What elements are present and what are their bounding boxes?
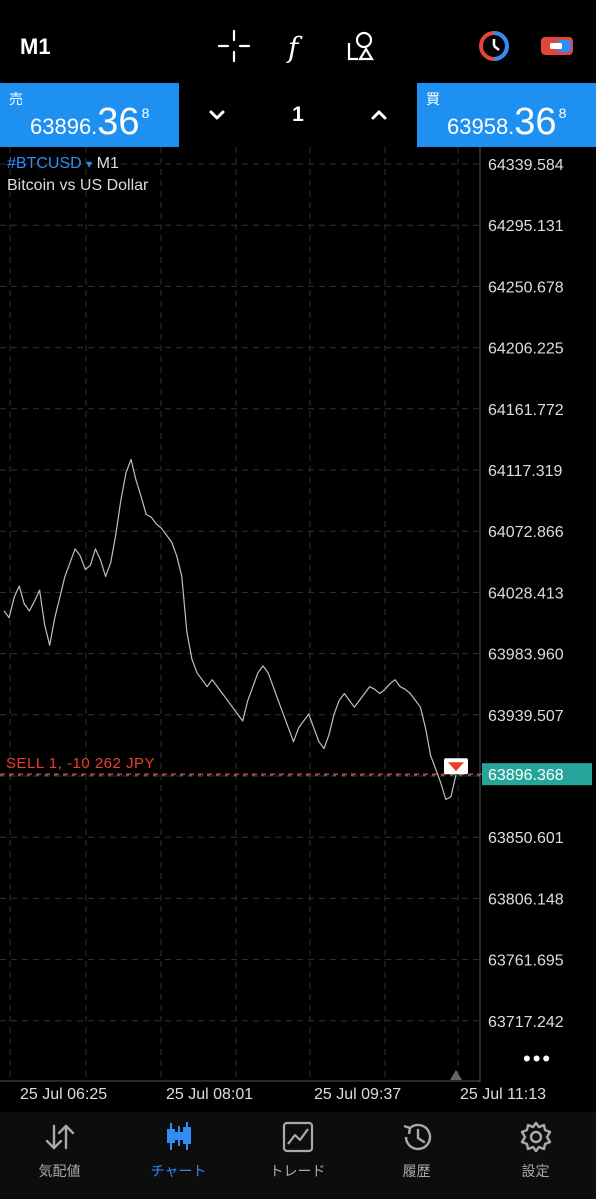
nav-settings[interactable]: 設定	[476, 1112, 595, 1199]
nav-history[interactable]: 履歴	[357, 1112, 476, 1199]
nav-label: 設定	[521, 1163, 550, 1179]
y-tick-label: 64295.131	[488, 218, 564, 235]
indicators-f-icon[interactable]: f	[279, 28, 315, 64]
settings-gear-icon	[520, 1121, 552, 1153]
more-menu-icon[interactable]: •••	[523, 1046, 552, 1072]
y-tick-label: 64206.225	[488, 341, 564, 358]
y-tick-label: 64117.319	[488, 463, 563, 480]
sell-label: 売	[9, 91, 23, 107]
y-tick-label: 64250.678	[488, 279, 564, 296]
nav-label: チャート	[150, 1163, 207, 1179]
price-chart[interactable]: 64339.584 64295.131 64250.678 64206.225 6416…	[0, 147, 596, 1082]
quotes-icon	[45, 1124, 75, 1150]
y-tick-label: 63983.960	[488, 647, 564, 664]
lot-increase-chevron-up-icon[interactable]	[365, 101, 393, 129]
timeframe-selector[interactable]: M1	[20, 34, 51, 60]
symbol-description: Bitcoin vs US Dollar	[7, 177, 149, 194]
objects-icon[interactable]	[343, 28, 379, 64]
x-tick-label: 25 Jul 11:13	[460, 1086, 546, 1103]
svg-text:f: f	[286, 31, 303, 63]
buy-price: 63958.36 8	[447, 101, 567, 143]
history-icon	[403, 1123, 432, 1151]
x-tick-label: 25 Jul 06:25	[20, 1086, 108, 1103]
bottom-nav: 気配値 チャート トレード 履歴 設定	[0, 1112, 596, 1199]
y-tick-label: 63939.507	[488, 708, 564, 725]
buy-label: 買	[426, 91, 440, 107]
y-tick-label: 63761.695	[488, 953, 564, 970]
crosshair-icon[interactable]	[216, 28, 252, 64]
y-tick-label: 63850.601	[488, 830, 564, 847]
one-click-trading-icon[interactable]	[476, 28, 512, 64]
trade-icon	[282, 1121, 314, 1153]
lot-control: 1	[179, 83, 417, 147]
position-label[interactable]: SELL 1, -10 262 JPY	[6, 755, 155, 772]
price-series-line	[3, 458, 457, 801]
buy-button[interactable]: 買 63958.36 8	[417, 83, 596, 147]
sell-button[interactable]: 売 63896.36 8	[0, 83, 179, 147]
nav-chart[interactable]: チャート	[119, 1112, 238, 1199]
y-tick-label: 64339.584	[488, 157, 564, 174]
sell-price: 63896.36 8	[30, 101, 150, 143]
y-tick-label: 63717.242	[488, 1014, 564, 1031]
x-tick-label: 25 Jul 09:37	[314, 1086, 402, 1103]
nav-label: 気配値	[38, 1163, 81, 1179]
nav-label: 履歴	[402, 1163, 431, 1179]
symbol-selector[interactable]: #BTCUSD ▾ M1	[7, 155, 119, 173]
x-tick-label: 25 Jul 08:01	[166, 1086, 254, 1103]
y-tick-label: 64072.866	[488, 524, 564, 541]
y-tick-label: 64161.772	[488, 402, 564, 419]
chart-candles-icon	[167, 1122, 191, 1150]
y-tick-label: 63806.148	[488, 891, 564, 908]
nav-label: トレード	[269, 1163, 326, 1179]
account-icon[interactable]	[539, 28, 575, 64]
nav-trade[interactable]: トレード	[238, 1112, 357, 1199]
quote-bar: 売 63896.36 8 1 買 63958.36 8	[0, 83, 596, 147]
top-toolbar: M1 f	[0, 0, 596, 83]
nav-quotes[interactable]: 気配値	[0, 1112, 119, 1199]
y-tick-label: 64028.413	[488, 585, 564, 602]
current-price-label: 63896.368	[488, 767, 564, 784]
chart-shift-marker	[450, 1070, 462, 1080]
